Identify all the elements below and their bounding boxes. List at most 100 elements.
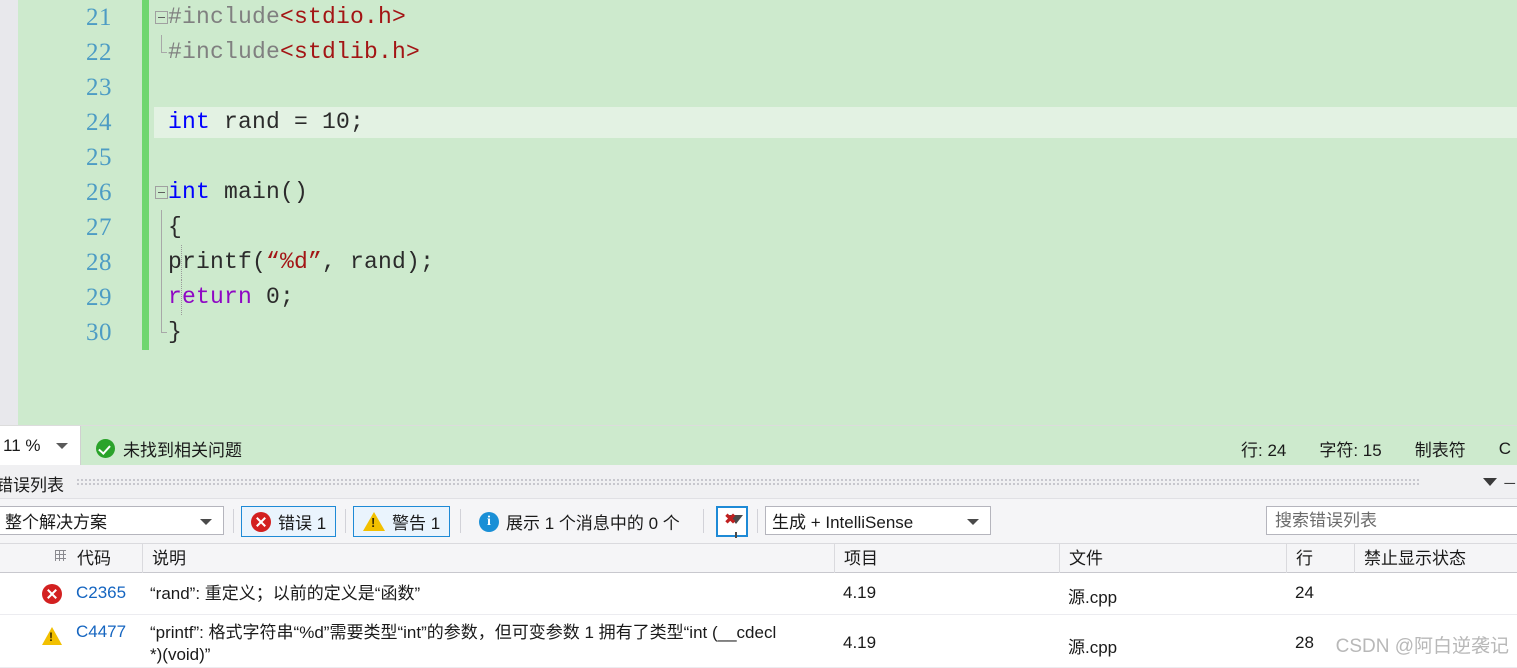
cell-code: C4477 <box>76 622 127 641</box>
zoom-level-selector[interactable]: 11 % <box>0 426 81 465</box>
toolbar-separator <box>757 509 758 533</box>
code-line-text: return 0; <box>168 280 294 315</box>
code-token: { <box>168 214 183 240</box>
column-header-suppression[interactable]: 禁止显示状态 <box>1355 544 1517 573</box>
code-line-text: int main() <box>168 175 308 210</box>
line-number: 28 <box>86 249 112 276</box>
code-editor[interactable]: 21 #include<stdio.h> 22 #include<stdlib.h> 2… <box>0 0 1517 425</box>
chevron-down-icon <box>967 519 979 525</box>
issue-status: 未找到相关问题 <box>96 436 242 461</box>
code-token: } <box>168 319 183 345</box>
chevron-down-icon <box>56 443 68 449</box>
cell-file: 源.cpp <box>1068 638 1118 657</box>
search-error-list-box[interactable] <box>1266 506 1517 535</box>
line-number: 27 <box>86 214 112 241</box>
table-row[interactable]: C4477 “printf”: 格式字符串“%d”需要类型“int”的参数，但可变… <box>0 615 1517 668</box>
errors-filter-label: 错误 1 <box>278 514 327 533</box>
code-line[interactable]: 23 <box>18 70 1517 105</box>
code-line[interactable]: 30} <box>18 315 1517 350</box>
code-line[interactable]: 27 { <box>18 210 1517 245</box>
column-chooser-icon[interactable] <box>55 550 66 561</box>
cell-code: C2365 <box>76 583 127 602</box>
zoom-level-value: 11 % <box>3 435 41 455</box>
collapse-minus-icon[interactable] <box>155 186 168 199</box>
code-line-text: #include<stdio.h> <box>168 0 406 35</box>
scope-filter-select[interactable]: 整个解决方案 <box>0 506 224 535</box>
collapse-minus-icon[interactable] <box>155 11 168 24</box>
change-bar <box>142 280 149 315</box>
messages-filter-button[interactable]: 展示 1 个消息中的 0 个 <box>470 506 689 537</box>
build-intellisense-select[interactable]: 生成 + IntelliSense <box>765 506 991 535</box>
code-line[interactable]: 25 <box>18 140 1517 175</box>
column-header-code[interactable]: 代码 <box>68 544 143 573</box>
code-line[interactable]: 21 #include<stdio.h> <box>18 0 1517 35</box>
change-bar <box>142 105 149 140</box>
caret-position-group: 行: 24 字符: 15 制表符 C <box>1241 436 1517 461</box>
code-line[interactable]: 26 int main() <box>18 175 1517 210</box>
line-number: 25 <box>86 144 112 171</box>
pin-icon[interactable]: ─ <box>1504 475 1515 492</box>
cell-project: 4.19 <box>843 583 877 602</box>
info-circle-icon <box>479 511 499 532</box>
error-list-grid: 代码 说明 项目 文件 行 禁止显示状态 C2365 “rand”: 重定义；以前… <box>0 543 1517 668</box>
line-number: 26 <box>86 179 112 206</box>
error-list-header: 错误列表 ─ <box>0 465 1517 499</box>
editor-status-bar: 11 % 未找到相关问题 行: 24 字符: 15 制表符 C <box>0 425 1517 465</box>
code-line-text: { <box>168 210 182 245</box>
status-tabs-mode: 制表符 <box>1414 441 1466 460</box>
code-token: main() <box>210 179 309 205</box>
issue-status-label: 未找到相关问题 <box>123 441 242 460</box>
errors-filter-button[interactable]: 错误 1 <box>241 506 337 537</box>
editor-text-surface[interactable]: 21 #include<stdio.h> 22 #include<stdlib.h> 2… <box>18 0 1517 425</box>
fold-guide-line <box>161 210 162 245</box>
error-circle-icon <box>42 584 62 604</box>
fold-guide-line <box>161 280 162 315</box>
code-token: #include <box>168 4 281 30</box>
change-bar <box>142 210 149 245</box>
line-number: 21 <box>86 4 112 31</box>
change-bar <box>142 245 149 280</box>
code-token: int <box>168 179 211 205</box>
cell-line: 24 <box>1295 583 1314 602</box>
code-token: “%d” <box>266 249 323 275</box>
line-number: 30 <box>86 319 112 346</box>
search-error-list-input[interactable] <box>1273 509 1517 532</box>
column-header-project[interactable]: 项目 <box>835 544 1060 573</box>
error-list-rows: C2365 “rand”: 重定义；以前的定义是“函数” 4.19 源.cpp 24 C4… <box>0 573 1517 668</box>
csdn-watermark: CSDN @阿白逆袭记 <box>1335 636 1509 657</box>
error-circle-icon <box>251 511 271 532</box>
code-token: 0; <box>252 284 295 310</box>
code-token: #include <box>168 39 281 65</box>
column-header-line[interactable]: 行 <box>1287 544 1355 573</box>
toolbar-separator <box>703 509 704 533</box>
code-line[interactable]: 28 printf(“%d”, rand); <box>18 245 1517 280</box>
error-list-panel: 错误列表 ─ 整个解决方案 错误 1 警告 1 展示 1 个消息中的 0 个 ✖ <box>0 465 1517 668</box>
cell-description: “printf”: 格式字符串“%d”需要类型“int”的参数，但可变参数 1 … <box>150 623 777 664</box>
code-token: <stdlib.h> <box>280 39 421 65</box>
change-bar <box>142 35 149 70</box>
warnings-filter-button[interactable]: 警告 1 <box>353 506 451 537</box>
clear-filter-button[interactable]: ✖ <box>716 506 748 538</box>
column-header-file[interactable]: 文件 <box>1060 544 1287 573</box>
error-list-column-headers: 代码 说明 项目 文件 行 禁止显示状态 <box>0 543 1517 573</box>
panel-drag-dots[interactable] <box>76 478 1421 485</box>
code-line[interactable]: 29 return 0; <box>18 280 1517 315</box>
table-row[interactable]: C2365 “rand”: 重定义；以前的定义是“函数” 4.19 源.cpp 24 <box>0 573 1517 615</box>
code-line-text: } <box>168 315 182 350</box>
line-number: 29 <box>86 284 112 311</box>
code-token: int <box>168 109 211 135</box>
error-list-title: 错误列表 <box>0 476 64 495</box>
fold-guide-line <box>161 315 167 333</box>
fold-guide-line <box>161 245 162 280</box>
toolbar-separator <box>345 509 346 533</box>
column-header-description[interactable]: 说明 <box>143 544 835 573</box>
code-line[interactable]: 22 #include<stdlib.h> <box>18 35 1517 70</box>
clear-filter-x-icon: ✖ <box>724 511 737 528</box>
code-line[interactable]: 24 int rand = 10; <box>18 105 1517 140</box>
status-char-number: 字符: 15 <box>1319 441 1382 460</box>
chevron-down-icon[interactable] <box>1483 478 1497 486</box>
scope-filter-value: 整个解决方案 <box>5 513 107 532</box>
cell-line: 28 <box>1295 633 1314 652</box>
status-encoding: C <box>1498 438 1511 458</box>
error-list-toolbar: 整个解决方案 错误 1 警告 1 展示 1 个消息中的 0 个 ✖ 生成 + I… <box>0 499 1517 543</box>
